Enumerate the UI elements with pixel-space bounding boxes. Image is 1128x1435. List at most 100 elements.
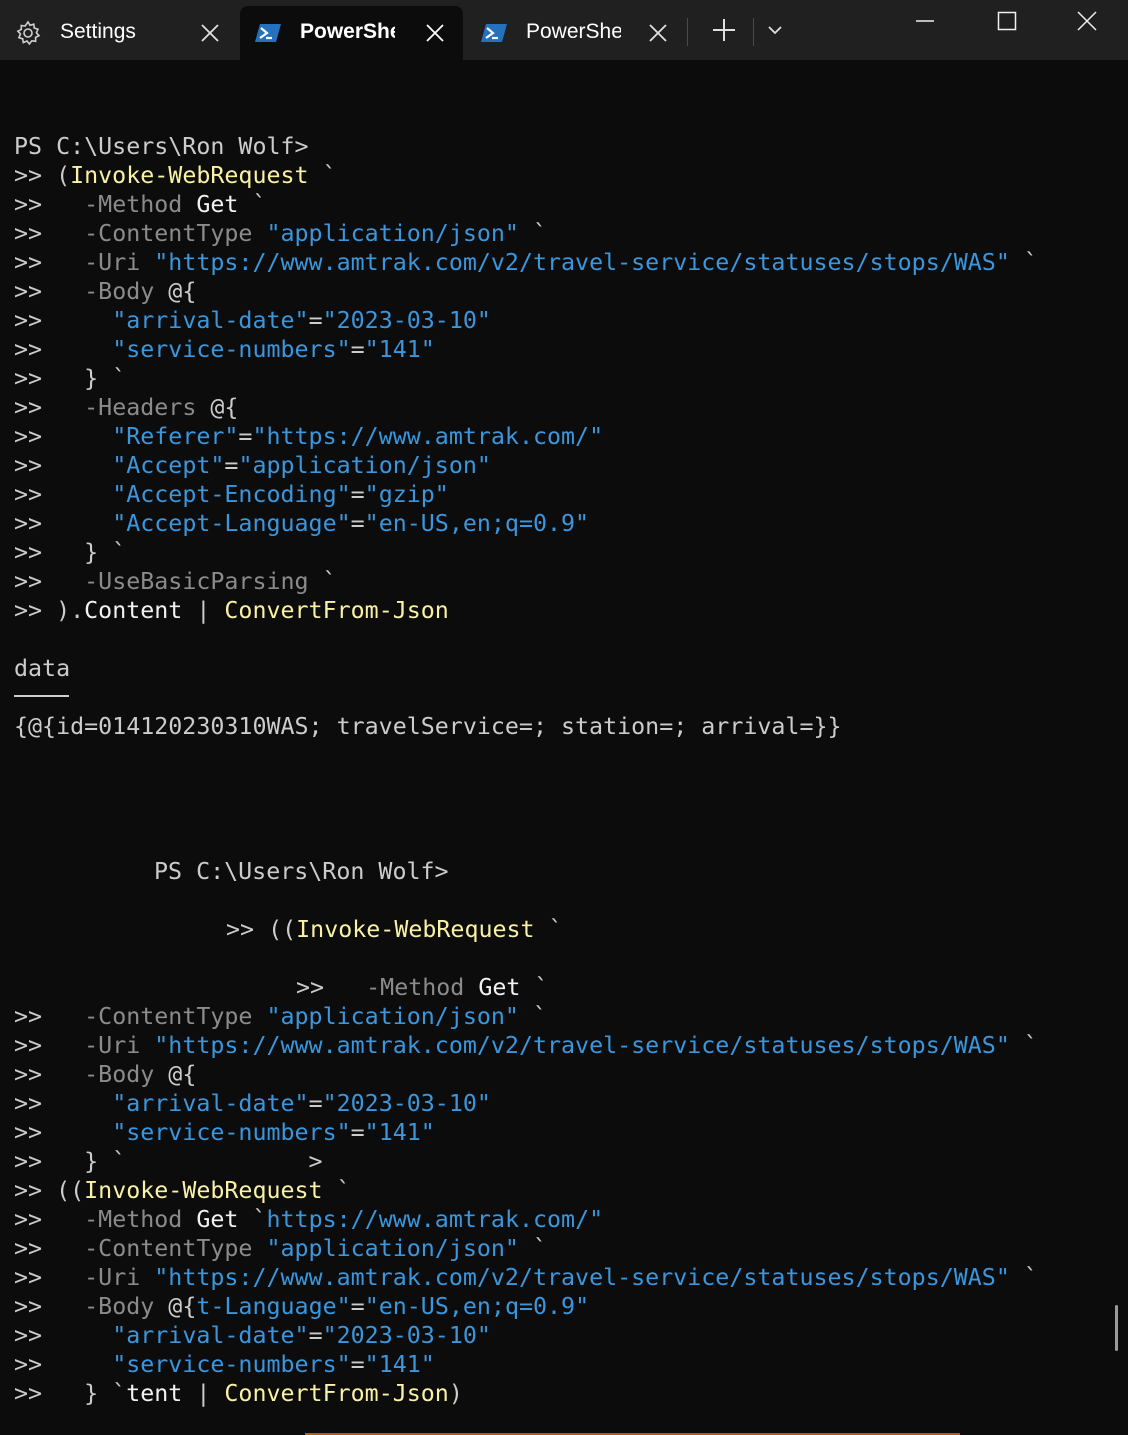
terminal-text: >> (( [226, 916, 297, 943]
terminal-line: >> "service-numbers"="141" [14, 1118, 435, 1147]
tab-label: Settings [60, 20, 136, 43]
terminal-text: tent [126, 1380, 183, 1407]
terminal-text: >> [14, 1351, 113, 1378]
terminal-line: >> "service-numbers"="141" [14, 335, 435, 364]
terminal-line: >> -Uri "https://www.amtrak.com/v2/trave… [14, 248, 1038, 277]
terminal-text: = [224, 452, 239, 479]
terminal-line: >> -ContentType "application/json" ` [14, 219, 547, 248]
terminal-text: "141" [364, 1351, 435, 1378]
terminal-line: data [14, 654, 70, 683]
terminal-text: >> (( [14, 1177, 85, 1204]
terminal-line: >> ((Invoke-WebRequest ` [226, 915, 563, 944]
terminal-line: >> } `tent | ConvertFrom-Json) [14, 1379, 463, 1408]
terminal-text: >> } ` [14, 1380, 127, 1407]
terminal-text: "application/json" [252, 220, 519, 247]
tab-label: PowerShe [526, 20, 621, 43]
terminal-text: >> [14, 1003, 85, 1030]
terminal-text: = [350, 336, 365, 363]
terminal-text: "en-US,en;q=0.9" [364, 510, 590, 537]
terminal-text: -Method [84, 191, 183, 218]
terminal-line: PS C:\Users\Ron Wolf> [154, 857, 449, 886]
terminal-line: >> ((Invoke-WebRequest ` [14, 1176, 351, 1205]
terminal-text: >> [14, 336, 113, 363]
terminal-text: "arrival-date" [112, 1090, 309, 1117]
terminal-text: ` [518, 1003, 548, 1030]
terminal-text: ` [1009, 1264, 1038, 1291]
terminal-line: >> "arrival-date"="2023-03-10" [14, 306, 491, 335]
terminal-line: >> -Uri "https://www.amtrak.com/v2/trave… [14, 1263, 1038, 1292]
tab-powershell-active[interactable]: PowerShe [240, 6, 463, 60]
terminal-text: >> [14, 191, 85, 218]
terminal-text: "https://www.amtrak.com/v2/travel-servic… [140, 1264, 1010, 1291]
terminal-text: t-Language" [196, 1293, 351, 1320]
terminal-line: >> "Accept-Language"="en-US,en;q=0.9" [14, 509, 589, 538]
terminal-line: >> "Referer"="https://www.amtrak.com/" [14, 422, 603, 451]
terminal-text: @{ [154, 278, 197, 305]
terminal-text: "Accept-Encoding" [112, 481, 351, 508]
terminal-text: = [350, 1351, 365, 1378]
terminal-text: @{ [154, 1293, 197, 1320]
scrollbar-thumb[interactable] [1115, 1305, 1118, 1351]
terminal-text: "service-numbers" [112, 336, 351, 363]
close-icon[interactable] [644, 19, 672, 47]
terminal-text: ` [1009, 1032, 1038, 1059]
terminal-text: -Uri [84, 1264, 141, 1291]
terminal-text: >> [14, 452, 113, 479]
terminal-text: data [14, 655, 71, 682]
terminal-text: "service-numbers" [112, 1351, 351, 1378]
terminal-text: "arrival-date" [112, 1322, 309, 1349]
terminal-text: >> [14, 249, 85, 276]
close-window-button[interactable] [1064, 0, 1110, 46]
terminal-text: "https://www.amtrak.com/" [252, 423, 604, 450]
terminal-text: >> [296, 974, 367, 1001]
terminal-output[interactable]: PS C:\Users\Ron Wolf> >> (Invoke-WebReque… [0, 60, 1128, 1435]
terminal-text: Get [182, 191, 239, 218]
terminal-text: Get [464, 974, 521, 1001]
terminal-line: >> -Method Get `https://www.amtrak.com/" [14, 1205, 603, 1234]
terminal-text: "Referer" [112, 423, 239, 450]
close-icon[interactable] [421, 19, 449, 47]
terminal-text: ` [518, 220, 548, 247]
chevron-down-icon [767, 22, 783, 42]
terminal-line: >> "Accept"="application/json" [14, 451, 491, 480]
tab-powershell[interactable]: PowerShe [466, 6, 686, 60]
terminal-text: Content [84, 597, 183, 624]
terminal-text: >> } ` > [14, 1148, 323, 1175]
terminal-text: Get [182, 1206, 239, 1233]
terminal-text: Invoke-WebRequest [296, 916, 535, 943]
maximize-button[interactable] [984, 0, 1030, 46]
new-tab-button[interactable] [702, 14, 746, 50]
tab-settings[interactable]: Settings [0, 6, 238, 60]
terminal-line: >> } ` > [14, 1147, 323, 1176]
terminal-text: Invoke-WebRequest [84, 1177, 323, 1204]
terminal-line: >> } ` [14, 364, 126, 393]
terminal-text: "2023-03-10" [322, 1090, 491, 1117]
minimize-button[interactable] [902, 0, 948, 46]
terminal-text: = [350, 481, 365, 508]
terminal-text: ` [1009, 249, 1038, 276]
terminal-text: ) [448, 1380, 463, 1407]
terminal-line: >> -UseBasicParsing ` [14, 567, 337, 596]
plus-icon [712, 18, 736, 46]
profiles-dropdown-button[interactable] [758, 14, 792, 50]
terminal-text: >> [14, 423, 113, 450]
terminal-line: >> -Uri "https://www.amtrak.com/v2/trave… [14, 1031, 1038, 1060]
terminal-line: >> } ` [14, 538, 126, 567]
terminal-text: ` [518, 1235, 548, 1262]
terminal-text: "Accept" [112, 452, 225, 479]
terminal-text: >> [14, 1032, 85, 1059]
terminal-text: -UseBasicParsing [84, 568, 309, 595]
terminal-line: >> -Body @{ [14, 1060, 196, 1089]
terminal-text: = [308, 1322, 323, 1349]
terminal-text: >> [14, 307, 113, 334]
terminal-text: ` [308, 568, 337, 595]
terminal-text: "arrival-date" [112, 307, 309, 334]
terminal-line: >> -ContentType "application/json" ` [14, 1234, 547, 1263]
close-icon[interactable] [196, 19, 224, 47]
terminal-text: | [182, 1380, 225, 1407]
terminal-text: -Method [366, 974, 465, 1001]
terminal-line: >> -ContentType "application/json" ` [14, 1002, 547, 1031]
terminal-text: >> ). [14, 597, 85, 624]
powershell-icon [480, 19, 508, 47]
terminal-text: >> [14, 278, 85, 305]
